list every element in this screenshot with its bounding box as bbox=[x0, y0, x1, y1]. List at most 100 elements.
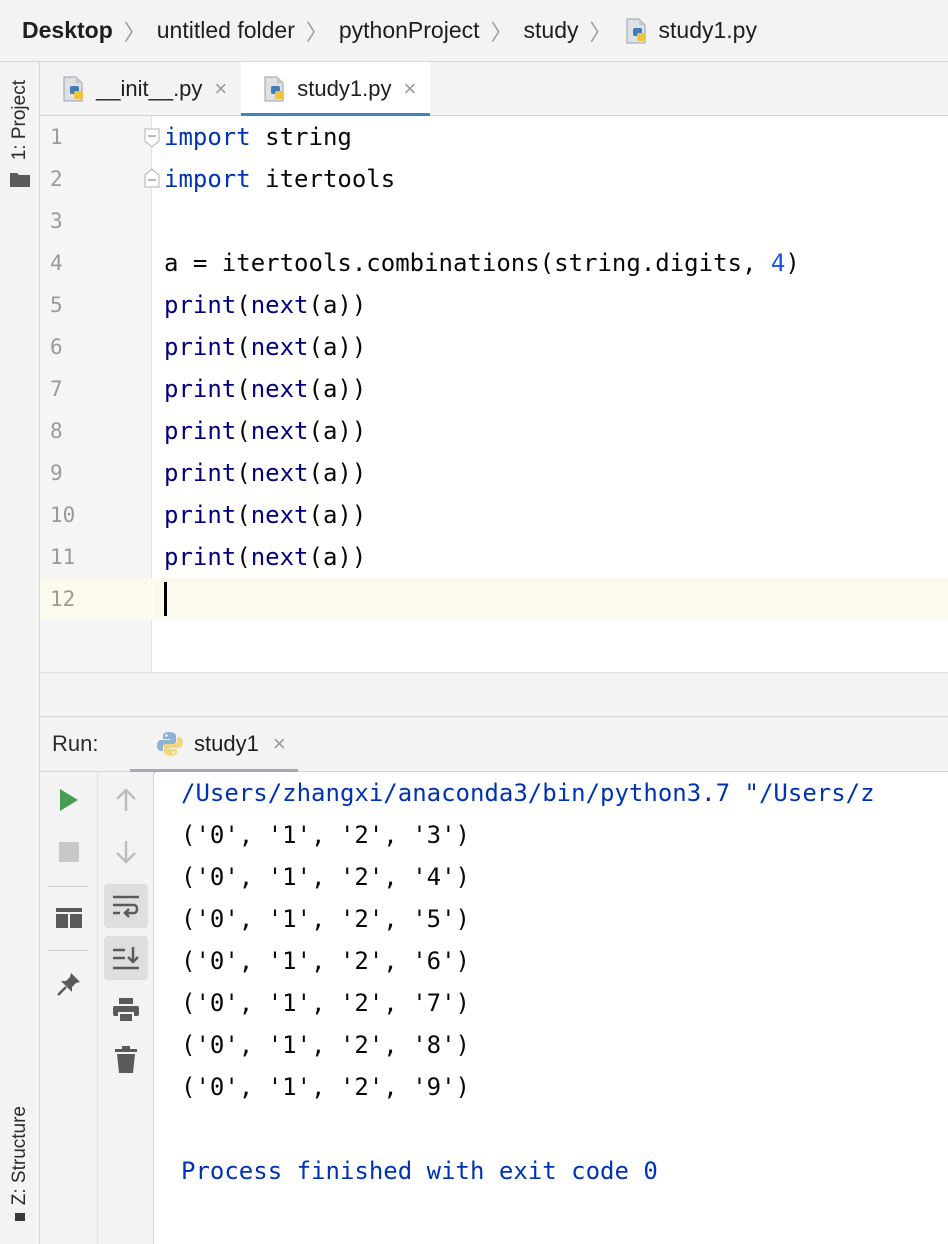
code-token: next bbox=[250, 333, 309, 361]
editor-tab-bar: __init__.py × study1.py × bbox=[40, 62, 948, 117]
tab-label: __init__.py bbox=[96, 76, 203, 101]
python-file-icon bbox=[63, 76, 83, 102]
line-number-gutter: 1 2 3 4 5 6 7 8 9 10 11 12 bbox=[40, 116, 152, 672]
run-panel-label: Run: bbox=[52, 731, 99, 756]
close-icon[interactable]: × bbox=[214, 76, 227, 102]
code-line[interactable]: print(next(a)) bbox=[153, 326, 948, 368]
code-token: ( bbox=[236, 501, 251, 529]
code-token: print bbox=[164, 375, 237, 403]
code-token: print bbox=[164, 543, 237, 571]
run-icon bbox=[60, 789, 78, 811]
breadcrumb-item-desktop[interactable]: Desktop bbox=[22, 17, 113, 44]
code-token: ( bbox=[236, 459, 251, 487]
output-line: ('0', '1', '2', '8') bbox=[181, 1031, 470, 1059]
code-line[interactable]: print(next(a)) bbox=[153, 410, 948, 452]
line-number: 4 bbox=[50, 251, 63, 275]
code-token: import bbox=[164, 165, 251, 193]
code-token: (a)) bbox=[308, 333, 367, 361]
soft-wrap-icon bbox=[113, 895, 139, 918]
line-number: 11 bbox=[50, 545, 76, 569]
panel-splitter[interactable] bbox=[40, 672, 948, 717]
run-toolbar-secondary bbox=[98, 772, 154, 1244]
line-number: 12 bbox=[40, 578, 152, 620]
code-line[interactable]: import itertools bbox=[153, 158, 948, 200]
code-editor[interactable]: 1 2 3 4 5 6 7 8 9 10 11 12 import string import iter… bbox=[40, 116, 948, 672]
layout-button[interactable] bbox=[47, 896, 91, 940]
run-tab-study1[interactable]: study1 × bbox=[130, 717, 298, 773]
code-token: import bbox=[164, 123, 251, 151]
breadcrumb-separator: 〉 bbox=[589, 19, 612, 45]
project-tool-tab[interactable]: 1: Project bbox=[0, 80, 40, 188]
trash-icon bbox=[115, 1046, 137, 1073]
python-file-icon bbox=[264, 76, 285, 102]
breadcrumb-item-study[interactable]: study bbox=[524, 17, 579, 44]
soft-wrap-toggle[interactable] bbox=[104, 884, 148, 928]
breadcrumb-separator: 〉 bbox=[305, 19, 328, 45]
breadcrumb-item-untitled-folder[interactable]: untitled folder bbox=[157, 17, 295, 44]
output-line: ('0', '1', '2', '4') bbox=[181, 863, 470, 891]
code-line[interactable] bbox=[153, 578, 948, 620]
code-token: ) bbox=[785, 249, 800, 277]
tab-label: study1.py bbox=[297, 76, 392, 101]
breadcrumb-separator: 〉 bbox=[490, 19, 513, 45]
output-line: ('0', '1', '2', '5') bbox=[181, 905, 470, 933]
code-line[interactable]: print(next(a)) bbox=[153, 536, 948, 578]
rerun-button[interactable] bbox=[47, 778, 91, 822]
process-exit-message: Process finished with exit code 0 bbox=[181, 1157, 658, 1185]
left-tool-strip: 1: Project Z: Structure bbox=[0, 62, 40, 1244]
line-number: 10 bbox=[50, 503, 76, 527]
text-caret bbox=[164, 582, 167, 616]
code-token: a = itertools.combinations(string.digits… bbox=[164, 249, 771, 277]
structure-icon bbox=[15, 1213, 25, 1222]
code-token: 4 bbox=[770, 249, 786, 277]
python-file-icon bbox=[626, 18, 646, 43]
output-line: ('0', '1', '2', '3') bbox=[181, 821, 470, 849]
print-icon bbox=[113, 998, 139, 1023]
stop-button[interactable] bbox=[47, 830, 91, 874]
code-token: next bbox=[250, 417, 309, 445]
code-token: (a)) bbox=[308, 417, 367, 445]
code-line[interactable]: print(next(a)) bbox=[153, 284, 948, 326]
clear-all-button[interactable] bbox=[104, 1038, 148, 1082]
code-token: (a)) bbox=[308, 459, 367, 487]
code-line[interactable]: import string bbox=[153, 116, 948, 158]
code-line[interactable]: print(next(a)) bbox=[153, 494, 948, 536]
code-line[interactable]: print(next(a)) bbox=[153, 368, 948, 410]
close-icon[interactable]: × bbox=[403, 76, 416, 102]
previous-occurrence-button[interactable] bbox=[104, 778, 148, 822]
line-number: 8 bbox=[50, 419, 63, 443]
close-icon[interactable]: × bbox=[273, 731, 286, 757]
code-area[interactable]: import string import itertools a = itertoo… bbox=[153, 116, 948, 672]
breadcrumb-item-study1-py[interactable]: study1.py bbox=[623, 17, 757, 45]
run-toolbar-primary bbox=[40, 772, 98, 1244]
code-token: (a)) bbox=[308, 375, 367, 403]
toolbar-divider bbox=[48, 950, 88, 951]
scroll-to-end-toggle[interactable] bbox=[104, 936, 148, 980]
run-panel-header: Run: study1 × bbox=[40, 717, 948, 773]
pin-tab-button[interactable] bbox=[47, 962, 91, 1006]
code-line[interactable] bbox=[153, 200, 948, 242]
code-token: (a)) bbox=[308, 501, 367, 529]
structure-tool-label: Z: Structure bbox=[9, 1106, 30, 1206]
breadcrumb-item-pythonproject[interactable]: pythonProject bbox=[339, 17, 480, 44]
code-token: ( bbox=[236, 375, 251, 403]
code-token: next bbox=[250, 459, 309, 487]
tab-study1-py[interactable]: study1.py × bbox=[241, 62, 431, 117]
tab-init-py[interactable]: __init__.py × bbox=[40, 62, 241, 116]
code-line[interactable]: a = itertools.combinations(string.digits… bbox=[153, 242, 948, 284]
run-console-output[interactable]: /Users/zhangxi/anaconda3/bin/python3.7 "… bbox=[155, 772, 948, 1244]
run-tab-label: study1 bbox=[194, 731, 259, 756]
line-number: 2 bbox=[50, 167, 63, 191]
pin-icon bbox=[57, 973, 80, 996]
code-token: string bbox=[250, 123, 352, 151]
code-token: ( bbox=[236, 543, 251, 571]
output-line: ('0', '1', '2', '6') bbox=[181, 947, 470, 975]
line-number: 9 bbox=[50, 461, 63, 485]
output-line: ('0', '1', '2', '7') bbox=[181, 989, 470, 1017]
line-number: 5 bbox=[50, 293, 63, 317]
next-occurrence-button[interactable] bbox=[104, 830, 148, 874]
code-line[interactable]: print(next(a)) bbox=[153, 452, 948, 494]
print-button[interactable] bbox=[104, 988, 148, 1032]
up-arrow-icon bbox=[116, 788, 136, 811]
structure-tool-tab[interactable]: Z: Structure bbox=[0, 1106, 40, 1222]
